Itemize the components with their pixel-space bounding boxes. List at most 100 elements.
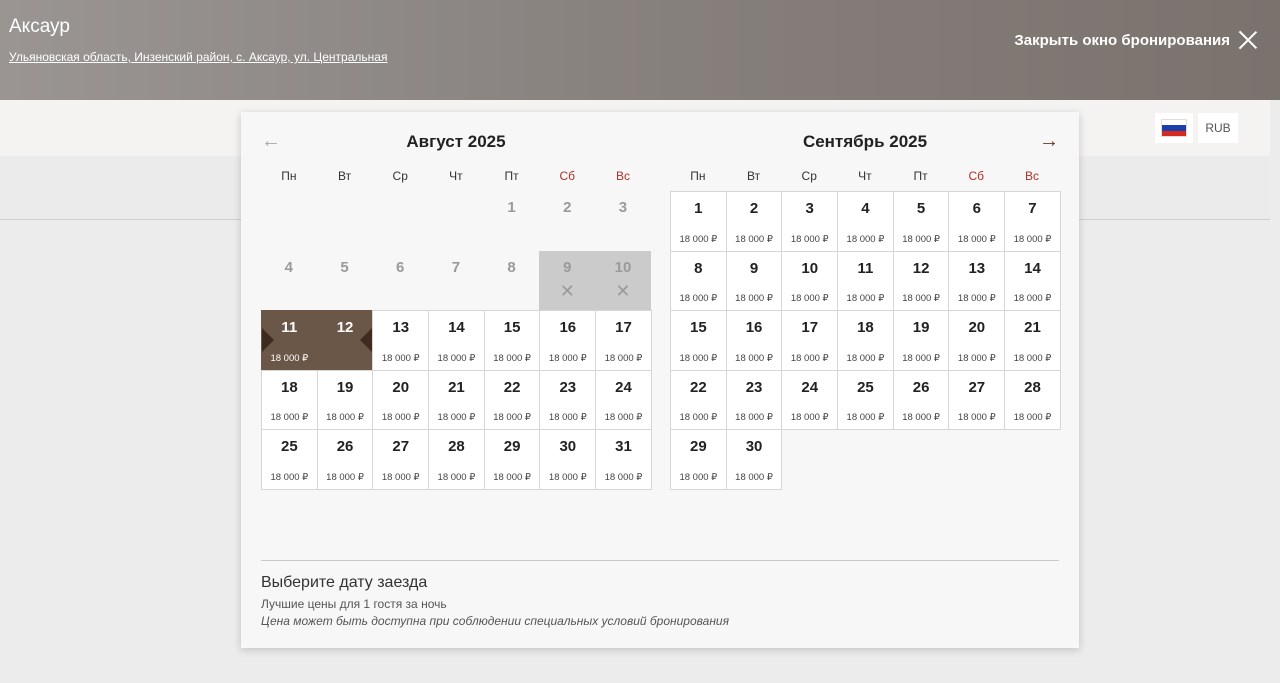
day-cell-6[interactable]: 6 18 000 ₽: [948, 191, 1006, 252]
day-cell-4: 4: [261, 251, 317, 311]
day-number: 26: [336, 438, 354, 456]
day-cell-3[interactable]: 3 18 000 ₽: [781, 191, 839, 252]
day-cell-13[interactable]: 13 18 000 ₽: [948, 250, 1006, 312]
day-cell-19[interactable]: 19 18 000 ₽: [892, 310, 950, 371]
language-selector[interactable]: [1155, 113, 1193, 143]
day-price: 18 000 ₽: [1013, 352, 1052, 364]
day-cell-14[interactable]: 14 18 000 ₽: [1004, 250, 1061, 312]
day-price: 18 000 ₽: [790, 293, 829, 305]
day-grid-august: 1 2 3 4 5 6 7 8 9 ✕ 10 ✕ 11 18 000 ₽12 13 18 000 ₽14 18 …: [261, 191, 652, 490]
day-cell-30[interactable]: 30 18 000 ₽: [725, 429, 783, 490]
day-cell-25[interactable]: 25 18 000 ₽: [837, 369, 894, 431]
day-cell-12[interactable]: 12: [316, 310, 374, 371]
day-number: 10: [801, 259, 819, 277]
day-number: 23: [745, 378, 763, 396]
day-cell-28[interactable]: 28 18 000 ₽: [428, 429, 485, 490]
close-booking-button[interactable]: Закрыть окно бронирования: [1014, 30, 1258, 50]
select-checkin-title: Выберите дату заезда: [261, 574, 428, 591]
day-cell-2: 2: [539, 191, 595, 251]
day-cell-30[interactable]: 30 18 000 ₽: [539, 429, 597, 490]
currency-selector[interactable]: RUB: [1198, 113, 1238, 143]
weekday-label: Ср: [392, 169, 408, 183]
day-cell-4[interactable]: 4 18 000 ₽: [837, 191, 894, 252]
day-cell-26[interactable]: 26 18 000 ₽: [316, 429, 374, 490]
day-number: 6: [972, 200, 981, 217]
day-cell-21[interactable]: 21 18 000 ₽: [428, 369, 485, 431]
day-price: 18 000 ₽: [846, 412, 885, 424]
day-cell-10[interactable]: 10 18 000 ₽: [781, 250, 839, 312]
day-cell-21[interactable]: 21 18 000 ₽: [1004, 310, 1061, 371]
day-cell-1[interactable]: 1 18 000 ₽: [670, 191, 727, 252]
day-cell-19[interactable]: 19 18 000 ₽: [316, 369, 374, 431]
day-cell-25[interactable]: 25 18 000 ₽: [261, 429, 318, 490]
day-cell-27[interactable]: 27 18 000 ₽: [372, 429, 430, 490]
weekday-label: Вт: [337, 169, 352, 183]
day-cell-15[interactable]: 15 18 000 ₽: [670, 310, 727, 371]
day-cell-16[interactable]: 16 18 000 ₽: [539, 310, 597, 371]
day-cell-26[interactable]: 26 18 000 ₽: [892, 369, 950, 431]
day-number: 8: [694, 259, 703, 277]
day-cell-23[interactable]: 23 18 000 ₽: [725, 369, 783, 431]
day-number: 30: [559, 438, 577, 456]
day-number: 20: [968, 319, 986, 337]
day-price: 18 000 ₽: [846, 293, 885, 305]
day-cell-16[interactable]: 16 18 000 ₽: [725, 310, 783, 371]
day-cell-23[interactable]: 23 18 000 ₽: [539, 369, 597, 431]
day-cell-29[interactable]: 29 18 000 ₽: [670, 429, 727, 490]
day-price: 18 000 ₽: [1013, 293, 1052, 305]
day-cell-17[interactable]: 17 18 000 ₽: [781, 310, 839, 371]
day-number: 31: [615, 438, 632, 456]
day-cell-2[interactable]: 2 18 000 ₽: [725, 191, 783, 252]
day-cell-11[interactable]: 11 18 000 ₽: [837, 250, 894, 312]
weekday-label: Пт: [913, 169, 928, 183]
day-number: 24: [615, 378, 632, 396]
day-cell-20[interactable]: 20 18 000 ₽: [948, 310, 1006, 371]
day-cell-17[interactable]: 17 18 000 ₽: [595, 310, 652, 371]
day-cell-22[interactable]: 22 18 000 ₽: [483, 369, 541, 431]
day-cell-12[interactable]: 12 18 000 ₽: [892, 250, 950, 312]
day-price: 18 000 ₽: [679, 233, 718, 245]
day-price: 18 000 ₽: [790, 352, 829, 364]
day-cell-7[interactable]: 7 18 000 ₽: [1004, 191, 1061, 252]
day-price: 18 000 ₽: [548, 412, 587, 424]
day-cell-24[interactable]: 24 18 000 ₽: [781, 369, 839, 431]
day-number: 22: [503, 378, 521, 396]
hotel-address-link[interactable]: Ульяновская область, Инзенский район, с.…: [9, 50, 387, 64]
weekday-label: Пт: [504, 169, 519, 183]
day-price: 18 000 ₽: [679, 293, 718, 305]
day-number: 18: [857, 319, 874, 337]
day-cell-9[interactable]: 9 18 000 ₽: [725, 250, 783, 312]
day-cell-28[interactable]: 28 18 000 ₽: [1004, 369, 1061, 431]
weekday-label: Пн: [281, 169, 297, 183]
day-number: 13: [392, 319, 410, 337]
day-price: 18 000 ₽: [1013, 412, 1052, 424]
price-conditions-note: Цена может быть доступна при соблюдении …: [261, 614, 730, 628]
day-cell-15[interactable]: 15 18 000 ₽: [483, 310, 541, 371]
day-price: 18 000 ₽: [381, 471, 420, 483]
divider: [261, 560, 1059, 561]
day-cell-11[interactable]: 11 18 000 ₽: [261, 310, 318, 371]
day-cell-20[interactable]: 20 18 000 ₽: [372, 369, 430, 431]
day-number: 15: [503, 319, 521, 337]
weekday-label: Ср: [801, 169, 817, 183]
day-price: 18 000 ₽: [679, 412, 718, 424]
day-cell-31[interactable]: 31 18 000 ₽: [595, 429, 652, 490]
day-cell-18[interactable]: 18 18 000 ₽: [261, 369, 318, 431]
day-cell-27[interactable]: 27 18 000 ₽: [948, 369, 1006, 431]
day-cell-8[interactable]: 8 18 000 ₽: [670, 250, 727, 312]
day-price: 18 000 ₽: [381, 352, 420, 364]
day-cell-14[interactable]: 14 18 000 ₽: [428, 310, 485, 371]
day-cell-29[interactable]: 29 18 000 ₽: [483, 429, 541, 490]
day-cell-18[interactable]: 18 18 000 ₽: [837, 310, 894, 371]
day-price: 18 000 ₽: [604, 471, 643, 483]
day-cell-22[interactable]: 22 18 000 ₽: [670, 369, 727, 431]
russian-flag-icon: [1161, 119, 1187, 137]
day-number: 12: [912, 259, 930, 277]
empty-day-cell: [428, 191, 484, 251]
day-cell-10: 10 ✕: [595, 250, 651, 311]
close-icon[interactable]: [1238, 30, 1258, 50]
day-cell-13[interactable]: 13 18 000 ₽: [372, 310, 430, 371]
day-cell-7: 7: [428, 251, 484, 311]
day-cell-24[interactable]: 24 18 000 ₽: [595, 369, 652, 431]
day-cell-5[interactable]: 5 18 000 ₽: [892, 191, 950, 252]
